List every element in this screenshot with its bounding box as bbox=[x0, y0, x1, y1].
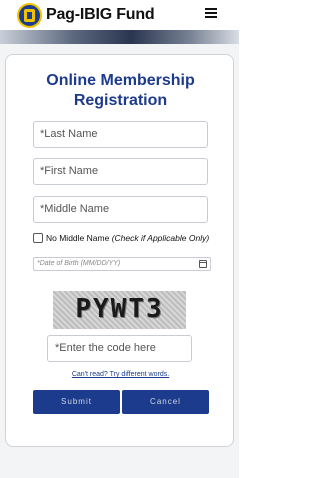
captcha-text: PYWT3 bbox=[75, 294, 164, 324]
captcha-image: PYWT3 bbox=[53, 291, 186, 329]
pagibig-logo-icon[interactable] bbox=[17, 3, 42, 28]
middle-name-input[interactable]: *Middle Name bbox=[33, 196, 208, 223]
date-of-birth-placeholder: *Date of Birth (MM/DD/YY) bbox=[37, 260, 121, 267]
no-middle-name-hint: (Check if Applicable Only) bbox=[111, 233, 210, 243]
brand-name[interactable]: Pag-IBIG Fund bbox=[46, 6, 155, 24]
header-banner bbox=[0, 30, 239, 44]
no-middle-name-text: No Middle Name bbox=[46, 233, 110, 243]
calendar-icon[interactable] bbox=[199, 260, 207, 268]
registration-card: Online Membership Registration *Last Nam… bbox=[5, 54, 234, 447]
captcha-code-input[interactable]: *Enter the code here bbox=[47, 335, 192, 362]
try-different-words-link[interactable]: Can't read? Try different words. bbox=[6, 371, 235, 378]
last-name-input[interactable]: *Last Name bbox=[33, 121, 208, 148]
cancel-button[interactable]: Cancel bbox=[122, 390, 209, 414]
submit-button[interactable]: Submit bbox=[33, 390, 120, 414]
no-middle-name-row: No Middle Name (Check if Applicable Only… bbox=[33, 233, 233, 247]
no-middle-name-checkbox[interactable] bbox=[33, 233, 43, 243]
form-title: Online Membership Registration bbox=[46, 72, 195, 109]
app-header: Pag-IBIG Fund bbox=[0, 0, 239, 30]
no-middle-name-label: No Middle Name (Check if Applicable Only… bbox=[46, 233, 209, 243]
hamburger-icon[interactable] bbox=[205, 8, 217, 18]
first-name-input[interactable]: *First Name bbox=[33, 158, 208, 185]
date-of-birth-input[interactable]: *Date of Birth (MM/DD/YY) bbox=[33, 257, 211, 271]
